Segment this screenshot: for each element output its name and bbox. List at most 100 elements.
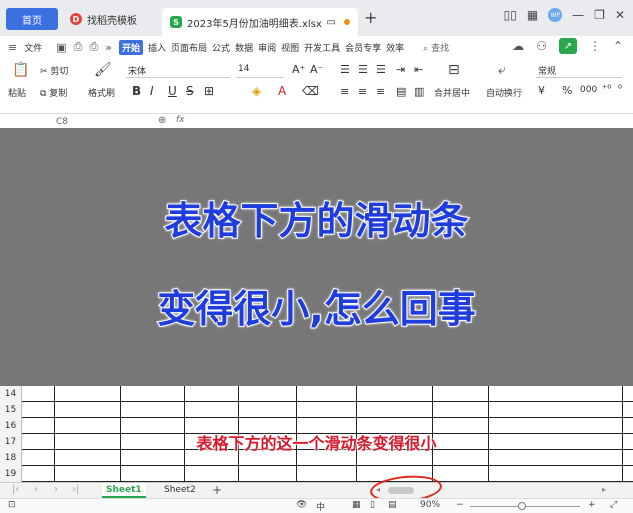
cloud-icon[interactable]: ☁ [512, 39, 524, 53]
cut-button[interactable]: ✂ 剪切 [40, 64, 68, 77]
menu-home[interactable]: 开始 [119, 39, 144, 55]
align-top-icon[interactable]: ☰ [340, 63, 350, 76]
last-sheet-icon[interactable]: ›| [72, 484, 79, 495]
prev-sheet-icon[interactable]: ‹ [34, 484, 38, 495]
zoom-formula-icon[interactable]: ⊕ [158, 115, 166, 126]
paste-button[interactable]: 粘贴 [8, 86, 26, 99]
fullscreen-icon[interactable]: ⤢ [610, 500, 617, 510]
save-icon[interactable]: ▣ [56, 41, 66, 54]
wrap-text-button[interactable]: 自动换行 [486, 86, 522, 99]
close-icon[interactable]: ✕ [615, 8, 625, 22]
new-tab-button[interactable]: + [364, 8, 377, 27]
zoom-out-icon[interactable]: − [456, 500, 464, 510]
monitor-icon[interactable]: ▭ [327, 17, 336, 28]
normal-view-icon[interactable]: ▦ [352, 500, 361, 510]
strikethrough-icon[interactable]: S̶ [186, 84, 194, 98]
more-chevron-icon[interactable]: » [105, 41, 112, 54]
menu-page-layout[interactable]: 页面布局 [171, 41, 207, 54]
page-break-view-icon[interactable]: ▤ [388, 500, 397, 510]
table-row[interactable]: 14 [0, 386, 633, 402]
merge-center-button[interactable]: 合并居中 [434, 86, 470, 99]
font-name-select[interactable]: 宋体 [126, 64, 230, 78]
page-layout-view-icon[interactable]: ▯ [370, 500, 375, 510]
input-method-icon[interactable]: 中 [316, 500, 325, 513]
macro-icon[interactable]: ⊡ [8, 500, 16, 510]
share-button[interactable]: ↗ [558, 38, 577, 54]
tab-file[interactable]: S 2023年5月份加油明细表.xlsx ▭ [162, 8, 358, 36]
align-left-icon[interactable]: ≡ [340, 85, 349, 98]
underline-button[interactable]: U [168, 84, 177, 98]
zoom-level[interactable]: 90% [420, 500, 440, 510]
zoom-in-icon[interactable]: + [588, 500, 596, 510]
table-row[interactable]: 15 [0, 402, 633, 418]
hamburger-icon[interactable]: ≡ [8, 41, 17, 54]
row-header[interactable]: 14 [0, 386, 22, 402]
sheet-tab-sheet2[interactable]: Sheet2 [160, 483, 200, 498]
thousands-button[interactable]: 000 [580, 85, 597, 95]
decimal-increase-icon[interactable]: ⁺⁰ [602, 84, 611, 95]
menu-member[interactable]: 会员专享 [345, 41, 381, 54]
decimal-decrease-icon[interactable]: ⁰ [618, 84, 622, 95]
tab-home[interactable]: 首页 [6, 8, 58, 30]
menu-view[interactable]: 视图 [281, 41, 299, 54]
layout-icon[interactable]: ▯▯ [504, 8, 517, 22]
border-icon[interactable]: ⊞ [204, 84, 214, 98]
scroll-right-icon[interactable]: ▸ [602, 485, 606, 494]
align-bottom-icon[interactable]: ☰ [376, 63, 386, 76]
grid-icon[interactable]: ▦ [527, 8, 538, 22]
user-icon[interactable]: ⚇ [536, 39, 547, 53]
percent-button[interactable]: % [562, 84, 572, 97]
bold-button[interactable]: B [132, 84, 141, 98]
wrap-text-icon[interactable]: ⤶ [498, 62, 506, 78]
font-size-select[interactable]: 14 [236, 64, 284, 78]
menu-file[interactable]: 文件 [24, 41, 42, 54]
clear-format-icon[interactable]: ⌫ [302, 84, 319, 98]
menu-review[interactable]: 审阅 [258, 41, 276, 54]
zoom-slider-knob[interactable] [518, 502, 526, 510]
indent-icon[interactable]: ⇥ [396, 63, 405, 76]
italic-button[interactable]: I [150, 84, 154, 98]
distribute-icon[interactable]: ▥ [414, 85, 424, 98]
add-sheet-button[interactable]: + [212, 483, 222, 497]
next-sheet-icon[interactable]: › [54, 484, 58, 495]
menu-formula[interactable]: 公式 [212, 41, 230, 54]
align-middle-icon[interactable]: ☰ [358, 63, 368, 76]
merge-icon[interactable]: ⊟ [448, 62, 460, 78]
tab-template[interactable]: D 找稻壳模板 [62, 8, 160, 30]
search-box[interactable]: ⌕ 查找 [423, 41, 449, 54]
outdent-icon[interactable]: ⇤ [414, 63, 423, 76]
restore-icon[interactable]: ❐ [594, 8, 605, 22]
align-center-icon[interactable]: ≡ [358, 85, 367, 98]
align-right-icon[interactable]: ≡ [376, 85, 385, 98]
row-header[interactable]: 15 [0, 402, 22, 418]
name-box[interactable]: C8 [56, 117, 68, 127]
font-color-icon[interactable]: A [278, 84, 286, 98]
menu-efficiency[interactable]: 效率 [386, 41, 404, 54]
paste-icon[interactable]: 📋 [12, 62, 29, 78]
row-header[interactable]: 19 [0, 466, 22, 482]
sheet-tab-sheet1[interactable]: Sheet1 [102, 483, 146, 498]
menu-developer[interactable]: 开发工具 [304, 41, 340, 54]
fx-icon[interactable]: fx [176, 115, 185, 125]
number-format-select[interactable]: 常规 [536, 64, 622, 78]
decrease-font-icon[interactable]: A⁻ [310, 63, 323, 76]
table-row[interactable]: 19 [0, 466, 633, 482]
copy-button[interactable]: ⧉ 复制 [40, 86, 67, 99]
format-painter-button[interactable]: 格式刷 [88, 86, 115, 99]
currency-button[interactable]: ¥ [538, 84, 545, 97]
collapse-icon[interactable]: ⌃ [613, 39, 623, 53]
increase-font-icon[interactable]: A⁺ [292, 63, 305, 76]
spreadsheet-grid[interactable]: 14 15 16 17 18 19 表格下方的这一个滑动条变得很小 [0, 386, 633, 482]
first-sheet-icon[interactable]: |‹ [12, 484, 19, 495]
print-icon[interactable]: ⎙ [89, 40, 98, 54]
menu-data[interactable]: 数据 [235, 41, 253, 54]
export-icon[interactable]: ⎙ [74, 40, 83, 54]
menu-insert[interactable]: 插入 [148, 41, 166, 54]
avatar[interactable]: WP [548, 8, 563, 22]
fill-color-icon[interactable]: ◈ [252, 84, 261, 98]
eye-icon[interactable]: 👁 [296, 500, 307, 510]
justify-icon[interactable]: ▤ [396, 85, 406, 98]
more-icon[interactable]: ⋮ [589, 39, 601, 53]
format-painter-icon[interactable]: 🖌 [94, 62, 112, 78]
minimize-icon[interactable]: — [572, 8, 584, 22]
